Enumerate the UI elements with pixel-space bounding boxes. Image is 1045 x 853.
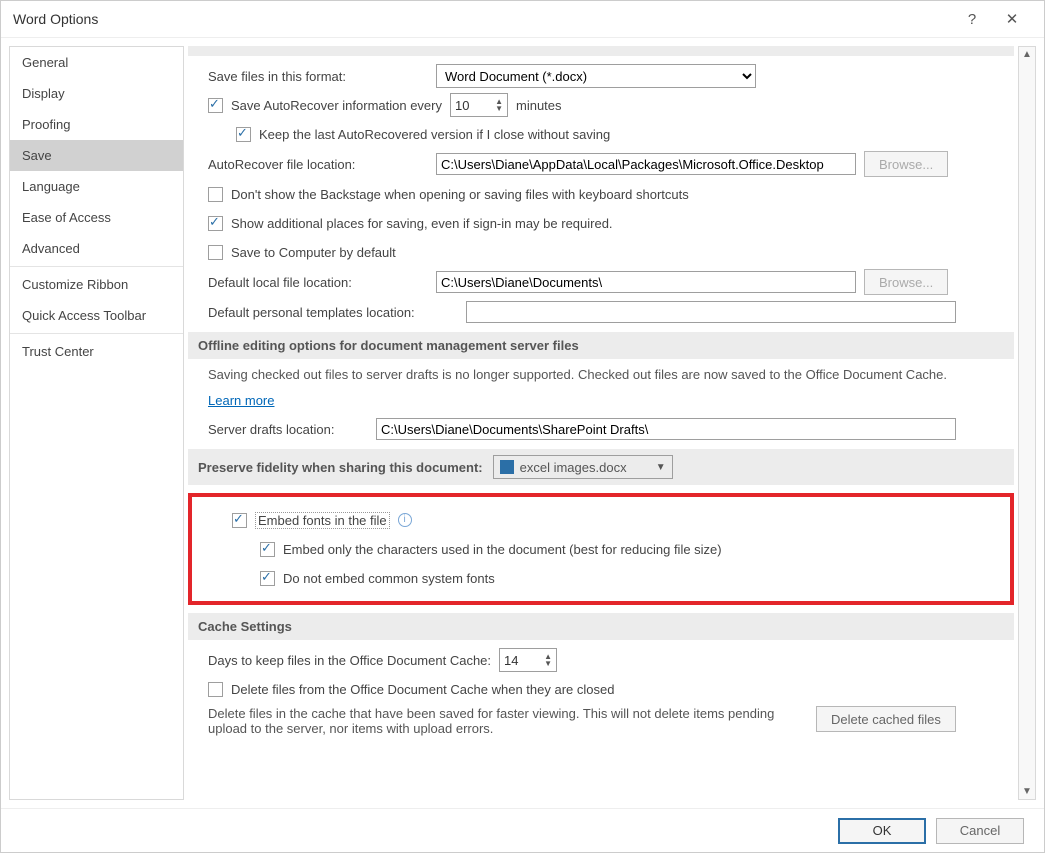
- minutes-label: minutes: [516, 98, 562, 113]
- save-to-computer-checkbox[interactable]: [208, 245, 223, 260]
- default-local-field[interactable]: [436, 271, 856, 293]
- sidebar-item-save[interactable]: Save: [10, 140, 183, 171]
- cache-days-spin[interactable]: 14 ▲▼: [499, 648, 557, 672]
- scroll-up-icon[interactable]: ▲: [1020, 47, 1034, 62]
- autorecover-minutes-value: 10: [455, 98, 469, 113]
- offline-desc: Saving checked out files to server draft…: [208, 367, 968, 382]
- save-format-label: Save files in this format:: [208, 69, 428, 84]
- server-drafts-field[interactable]: [376, 418, 956, 440]
- preserve-doc-combo[interactable]: excel images.docx ▼: [493, 455, 673, 479]
- sidebar-item-ease-of-access[interactable]: Ease of Access: [10, 202, 183, 233]
- browse-autorecover-button[interactable]: Browse...: [864, 151, 948, 177]
- cache-heading: Cache Settings: [188, 613, 1014, 640]
- server-drafts-label: Server drafts location:: [208, 422, 368, 437]
- default-templates-field[interactable]: [466, 301, 956, 323]
- embed-fonts-label: Embed fonts in the file: [255, 512, 390, 529]
- cache-days-value: 14: [504, 653, 518, 668]
- sidebar-item-quick-access-toolbar[interactable]: Quick Access Toolbar: [10, 300, 183, 331]
- chevron-down-icon: ▼: [656, 462, 666, 473]
- help-button[interactable]: ?: [952, 11, 992, 28]
- embed-only-checkbox[interactable]: [260, 542, 275, 557]
- keep-last-label: Keep the last AutoRecovered version if I…: [259, 127, 610, 142]
- autorecover-loc-field[interactable]: [436, 153, 856, 175]
- preserve-heading-label: Preserve fidelity when sharing this docu…: [198, 460, 483, 475]
- default-local-label: Default local file location:: [208, 275, 428, 290]
- sidebar-item-advanced[interactable]: Advanced: [10, 233, 183, 264]
- show-additional-label: Show additional places for saving, even …: [231, 216, 613, 231]
- sidebar-item-customize-ribbon[interactable]: Customize Ribbon: [10, 269, 183, 300]
- embed-fonts-checkbox[interactable]: [232, 513, 247, 528]
- sidebar-item-proofing[interactable]: Proofing: [10, 109, 183, 140]
- default-templates-label: Default personal templates location:: [208, 305, 458, 320]
- keep-last-checkbox[interactable]: [236, 127, 251, 142]
- sidebar-item-language[interactable]: Language: [10, 171, 183, 202]
- autorecover-label: Save AutoRecover information every: [231, 98, 442, 113]
- info-icon[interactable]: i: [398, 513, 412, 527]
- show-additional-checkbox[interactable]: [208, 216, 223, 231]
- dont-show-backstage-label: Don't show the Backstage when opening or…: [231, 187, 689, 202]
- offline-heading: Offline editing options for document man…: [188, 332, 1014, 359]
- delete-closed-checkbox[interactable]: [208, 682, 223, 697]
- sidebar-item-general[interactable]: General: [10, 47, 183, 78]
- window-title: Word Options: [13, 11, 952, 27]
- preserve-doc-label: excel images.docx: [520, 460, 627, 475]
- embed-fonts-highlight: Embed fonts in the file i Embed only the…: [188, 493, 1014, 605]
- delete-cached-button[interactable]: Delete cached files: [816, 706, 956, 732]
- cache-desc: Delete files in the cache that have been…: [208, 706, 808, 736]
- sidebar-item-trust-center[interactable]: Trust Center: [10, 336, 183, 367]
- content-pane: Save files in this format: Word Document…: [184, 46, 1018, 800]
- close-button[interactable]: ✕: [992, 10, 1032, 28]
- dont-show-backstage-checkbox[interactable]: [208, 187, 223, 202]
- no-common-checkbox[interactable]: [260, 571, 275, 586]
- embed-only-label: Embed only the characters used in the do…: [283, 542, 722, 557]
- learn-more-link[interactable]: Learn more: [208, 393, 274, 408]
- ok-button[interactable]: OK: [838, 818, 926, 844]
- autorecover-checkbox[interactable]: [208, 98, 223, 113]
- save-to-computer-label: Save to Computer by default: [231, 245, 396, 260]
- vertical-scrollbar[interactable]: ▲ ▼: [1018, 46, 1036, 800]
- autorecover-minutes-spin[interactable]: 10 ▲▼: [450, 93, 508, 117]
- spin-arrows-icon[interactable]: ▲▼: [495, 98, 503, 112]
- autorecover-loc-label: AutoRecover file location:: [208, 157, 428, 172]
- cache-days-label: Days to keep files in the Office Documen…: [208, 653, 491, 668]
- scroll-down-icon[interactable]: ▼: [1020, 784, 1034, 799]
- browse-default-local-button[interactable]: Browse...: [864, 269, 948, 295]
- sidebar: GeneralDisplayProofingSaveLanguageEase o…: [9, 46, 184, 800]
- save-format-combo[interactable]: Word Document (*.docx): [436, 64, 756, 88]
- cancel-button[interactable]: Cancel: [936, 818, 1024, 844]
- preserve-heading: Preserve fidelity when sharing this docu…: [188, 449, 1014, 485]
- spin-arrows-icon[interactable]: ▲▼: [544, 653, 552, 667]
- section-top-strip: [188, 46, 1014, 56]
- no-common-label: Do not embed common system fonts: [283, 571, 495, 586]
- delete-closed-label: Delete files from the Office Document Ca…: [231, 682, 614, 697]
- word-doc-icon: [500, 460, 514, 474]
- sidebar-item-display[interactable]: Display: [10, 78, 183, 109]
